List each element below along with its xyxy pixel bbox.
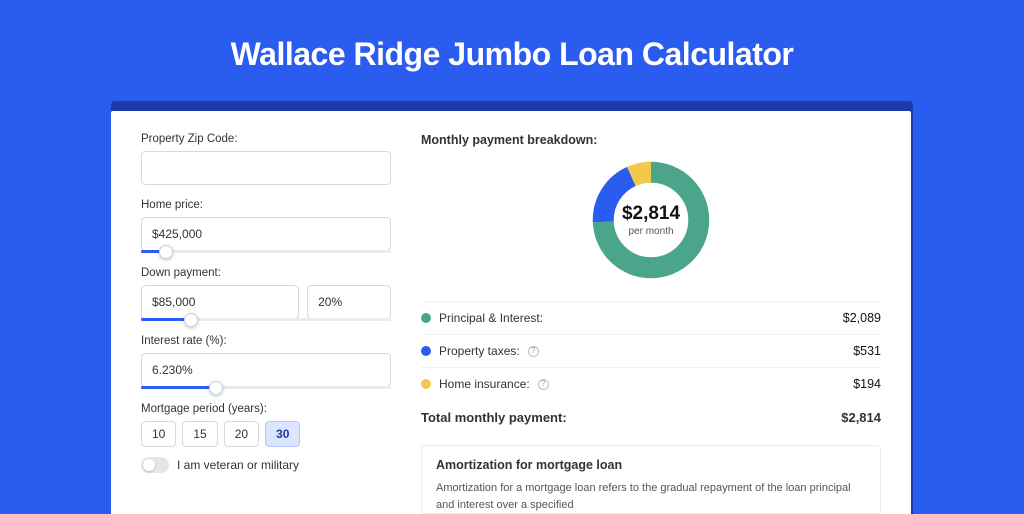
- amortization-title: Amortization for mortgage loan: [436, 458, 866, 472]
- slider-thumb-icon[interactable]: [184, 313, 198, 327]
- down-payment-input[interactable]: [141, 285, 299, 319]
- period-option-15[interactable]: 15: [182, 421, 217, 447]
- form-panel: Property Zip Code: Home price: Down paym…: [141, 133, 391, 514]
- info-icon[interactable]: ?: [538, 379, 549, 390]
- donut-chart: $2,814 per month: [421, 157, 881, 283]
- info-icon[interactable]: ?: [528, 346, 539, 357]
- slider-thumb-icon[interactable]: [159, 245, 173, 259]
- amortization-section: Amortization for mortgage loan Amortizat…: [421, 445, 881, 514]
- donut-amount: $2,814: [622, 203, 680, 225]
- donut-center: $2,814 per month: [588, 157, 714, 283]
- breakdown-row-value: $194: [853, 377, 881, 391]
- breakdown-row-value: $2,089: [843, 311, 881, 325]
- slider-thumb-icon[interactable]: [209, 381, 223, 395]
- breakdown-row-value: $531: [853, 344, 881, 358]
- rate-input[interactable]: [141, 353, 391, 387]
- home-price-slider[interactable]: [141, 250, 391, 253]
- zip-input[interactable]: [141, 151, 391, 185]
- rate-field: Interest rate (%):: [141, 335, 391, 389]
- dot-icon: [421, 313, 431, 323]
- breakdown-panel: Monthly payment breakdown: $2,814 per mo…: [421, 133, 881, 514]
- period-option-30[interactable]: 30: [265, 421, 300, 447]
- amortization-text: Amortization for a mortgage loan refers …: [436, 480, 866, 513]
- period-field: Mortgage period (years): 10 15 20 30: [141, 403, 391, 447]
- dot-icon: [421, 346, 431, 356]
- breakdown-row-ins: Home insurance: ? $194: [421, 367, 881, 400]
- down-payment-pct-input[interactable]: [307, 285, 391, 319]
- breakdown-row-pi: Principal & Interest: $2,089: [421, 301, 881, 334]
- down-payment-label: Down payment:: [141, 267, 391, 279]
- breakdown-row-label: Home insurance:: [439, 377, 530, 391]
- home-price-input[interactable]: [141, 217, 391, 251]
- card-shadow: Property Zip Code: Home price: Down paym…: [111, 101, 913, 514]
- period-option-20[interactable]: 20: [224, 421, 259, 447]
- page-title: Wallace Ridge Jumbo Loan Calculator: [0, 0, 1024, 101]
- card-wrap: Property Zip Code: Home price: Down paym…: [0, 101, 1024, 514]
- total-value: $2,814: [841, 410, 881, 425]
- total-label: Total monthly payment:: [421, 410, 567, 425]
- home-price-label: Home price:: [141, 199, 391, 211]
- veteran-toggle[interactable]: [141, 457, 169, 473]
- dot-icon: [421, 379, 431, 389]
- zip-field: Property Zip Code:: [141, 133, 391, 185]
- breakdown-total: Total monthly payment: $2,814: [421, 400, 881, 441]
- breakdown-row-tax: Property taxes: ? $531: [421, 334, 881, 367]
- rate-slider[interactable]: [141, 386, 391, 389]
- veteran-row: I am veteran or military: [141, 457, 391, 473]
- down-payment-field: Down payment:: [141, 267, 391, 321]
- rate-label: Interest rate (%):: [141, 335, 391, 347]
- donut-sublabel: per month: [628, 226, 673, 237]
- breakdown-title: Monthly payment breakdown:: [421, 133, 881, 147]
- zip-label: Property Zip Code:: [141, 133, 391, 145]
- veteran-label: I am veteran or military: [177, 458, 299, 472]
- period-option-10[interactable]: 10: [141, 421, 176, 447]
- down-payment-slider[interactable]: [141, 318, 391, 321]
- home-price-field: Home price:: [141, 199, 391, 253]
- breakdown-row-label: Principal & Interest:: [439, 311, 543, 325]
- breakdown-row-label: Property taxes:: [439, 344, 520, 358]
- period-label: Mortgage period (years):: [141, 403, 391, 415]
- calculator-card: Property Zip Code: Home price: Down paym…: [111, 111, 911, 514]
